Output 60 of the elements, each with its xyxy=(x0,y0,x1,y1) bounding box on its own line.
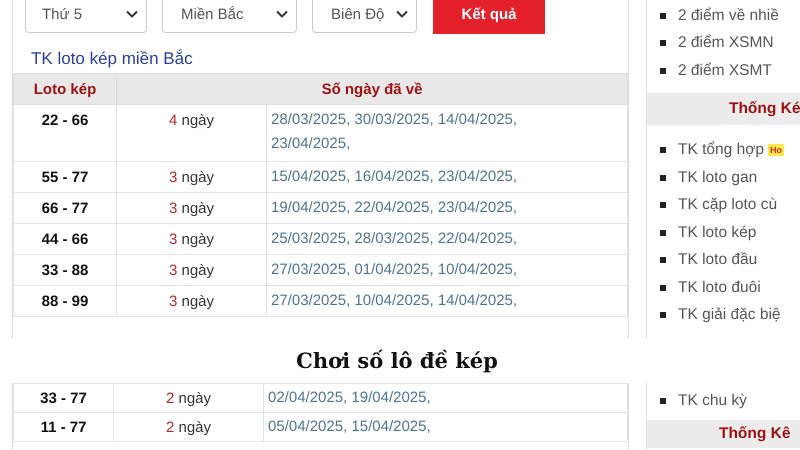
table-cell: 44 - 66 xyxy=(14,224,116,254)
column-header: Loto kép xyxy=(14,74,116,104)
section-link[interactable]: TK loto kép miền Bắc xyxy=(31,49,193,69)
table-cell: 05/04/2025, 15/04/2025, xyxy=(264,412,628,442)
sidebar-link[interactable]: TK chu kỳ xyxy=(678,392,747,410)
bullet-icon xyxy=(660,147,666,154)
sidebar-link[interactable]: TK cặp loto cù xyxy=(678,196,778,214)
table-cell: 3 ngày xyxy=(116,192,266,224)
chevron-icon xyxy=(126,10,138,18)
sidebar-link[interactable]: 2 điểm về nhiề xyxy=(678,6,779,25)
table-cell: 3 ngày xyxy=(116,286,266,316)
table-cell: 2 ngày xyxy=(114,384,264,412)
bullet-icon xyxy=(660,68,666,74)
bullet-icon xyxy=(660,12,666,19)
table-cell: 33 - 77 xyxy=(14,384,114,412)
table-cell: 25/03/2025, 28/03/2025, 22/04/2025, xyxy=(266,224,628,254)
dropdown[interactable]: Thứ 5 xyxy=(25,0,147,33)
table-cell: 22 - 66 xyxy=(14,104,116,162)
caption: Chơi số lô đề kép xyxy=(296,348,498,373)
sidebar-link[interactable]: TK loto gan xyxy=(678,168,758,187)
bullet-icon xyxy=(660,257,666,264)
sidebar-link[interactable]: 2 điểm XSMN xyxy=(678,34,774,52)
bullet-icon xyxy=(660,312,666,318)
table-cell: 19/04/2025, 22/04/2025, 23/04/2025, xyxy=(266,192,628,224)
table-cell: 66 - 77 xyxy=(14,192,116,224)
table-cell: 2 ngày xyxy=(114,412,264,442)
bullet-icon xyxy=(660,230,666,236)
table-cell: 02/04/2025, 19/04/2025, xyxy=(264,384,628,412)
table-cell: 15/04/2025, 16/04/2025, 23/04/2025, xyxy=(266,162,628,192)
table-cell: 33 - 88 xyxy=(14,254,116,286)
bullet-icon xyxy=(660,398,666,404)
sidebar-link[interactable]: TK loto đuôi xyxy=(678,278,761,297)
sidebar-link[interactable]: 2 điểm XSMT xyxy=(678,62,772,80)
table-cell: 88 - 99 xyxy=(14,286,116,316)
column-header: Số ngày đã về xyxy=(116,74,628,104)
bullet-icon xyxy=(660,40,666,46)
sidebar-link[interactable]: TK loto đầu xyxy=(678,251,758,270)
sidebar-link[interactable]: TK giải đặc biệ xyxy=(678,306,781,324)
table-cell: 3 ngày xyxy=(116,162,266,192)
dropdown[interactable]: Biên Độ xyxy=(312,0,417,33)
table-cell: 27/03/2025, 01/04/2025, 10/04/2025, xyxy=(266,254,628,286)
table-cell: 55 - 77 xyxy=(14,162,116,192)
bullet-icon xyxy=(660,174,666,181)
section-header: Thống Ké xyxy=(647,92,800,124)
table-cell: 3 ngày xyxy=(116,224,266,254)
table-cell: 27/03/2025, 10/04/2025, 14/04/2025, xyxy=(266,286,628,316)
bullet-icon xyxy=(660,284,666,291)
table-cell: 28/03/2025, 30/03/2025, 14/04/2025, 23/04/2025, xyxy=(266,104,628,162)
sidebar-link[interactable]: TK tổng hợp xyxy=(678,141,764,160)
sidebar-link[interactable]: TK loto kép xyxy=(678,224,756,242)
table-cell: 3 ngày xyxy=(116,254,266,286)
dropdown[interactable]: Miền Bắc xyxy=(162,0,297,33)
hot-badge: Ho xyxy=(768,144,784,156)
submit-button[interactable]: Kết quả xyxy=(433,0,545,34)
chevron-icon xyxy=(276,10,288,18)
section-header: Thống Kê xyxy=(647,420,800,448)
table-cell: 4 ngày xyxy=(116,104,266,162)
chevron-icon xyxy=(396,10,408,18)
bullet-icon xyxy=(660,202,666,208)
table-cell: 11 - 77 xyxy=(14,412,114,442)
